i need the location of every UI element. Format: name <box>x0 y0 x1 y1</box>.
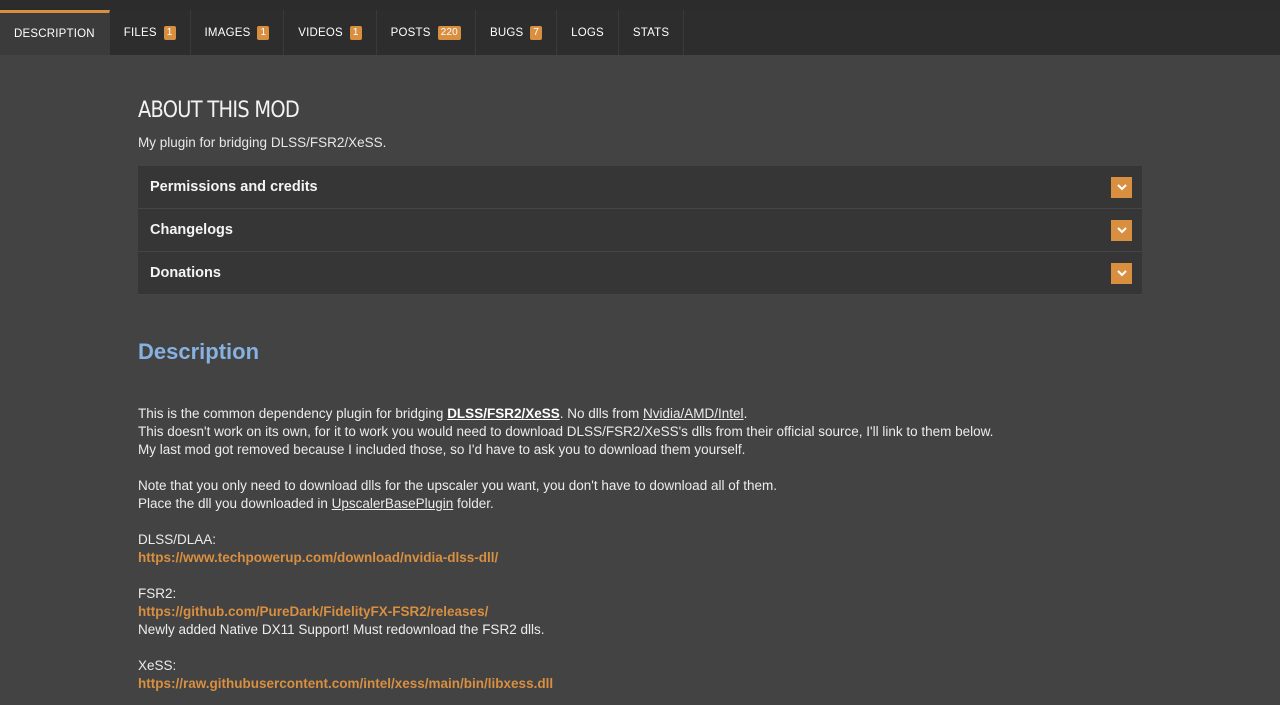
tab-posts[interactable]: POSTS 220 <box>377 10 476 55</box>
tab-label: IMAGES <box>204 26 251 39</box>
paragraph: Note that you only need to download dlls… <box>138 478 777 493</box>
tab-label: LOGS <box>571 26 604 39</box>
description-body: This is the common dependency plugin for… <box>138 405 1142 693</box>
nvidia-amd-intel-link[interactable]: Nvidia/AMD/Intel <box>643 406 744 421</box>
count-badge: 7 <box>530 25 543 40</box>
mod-tab-bar: DESCRIPTION FILES 1 IMAGES 1 VIDEOS 1 PO… <box>0 10 1280 55</box>
accordion-permissions[interactable]: Permissions and credits <box>138 166 1142 209</box>
tab-label: VIDEOS <box>298 26 343 39</box>
count-badge: 1 <box>257 25 270 40</box>
chevron-down-icon[interactable] <box>1111 176 1132 198</box>
chevron-down-icon[interactable] <box>1111 219 1132 241</box>
text: . No dlls from <box>559 406 644 421</box>
accordion-label: Permissions and credits <box>150 179 318 195</box>
mod-description-content: ABOUT THIS MOD My plugin for bridging DL… <box>138 95 1142 693</box>
fsr-note: Newly added Native DX11 Support! Must re… <box>138 622 545 637</box>
tab-description[interactable]: DESCRIPTION <box>0 10 110 55</box>
chevron-down-icon[interactable] <box>1111 262 1132 284</box>
text: . <box>743 406 748 421</box>
fsr-label: FSR2: <box>138 586 177 601</box>
accordion-label: Changelogs <box>150 222 233 238</box>
paragraph: My last mod got removed because I includ… <box>138 442 746 457</box>
text: Place the dll you downloaded in <box>138 496 332 511</box>
tab-label: FILES <box>123 26 157 39</box>
about-summary: My plugin for bridging DLSS/FSR2/XeSS. <box>138 135 387 150</box>
tab-stats[interactable]: STATS <box>619 10 685 55</box>
accordion-donations[interactable]: Donations <box>138 252 1142 295</box>
tab-label: POSTS <box>390 26 431 39</box>
text: This is the common dependency plugin for… <box>138 406 448 421</box>
count-badge: 1 <box>349 25 362 40</box>
tab-label: DESCRIPTION <box>14 28 95 40</box>
tab-files[interactable]: FILES 1 <box>110 10 191 55</box>
tab-videos[interactable]: VIDEOS 1 <box>284 10 377 55</box>
info-accordion: Permissions and credits Changelogs Donat… <box>138 166 1142 295</box>
dlss-download-link[interactable]: https://www.techpowerup.com/download/nvi… <box>138 550 498 565</box>
about-title: ABOUT THIS MOD <box>138 98 300 123</box>
paragraph: This is the common dependency plugin for… <box>138 405 1142 423</box>
accordion-label: Donations <box>150 265 221 281</box>
text: folder. <box>453 496 494 511</box>
fsr2-download-link[interactable]: https://github.com/PureDark/FidelityFX-F… <box>138 604 488 619</box>
paragraph: Place the dll you downloaded in Upscaler… <box>138 495 1142 513</box>
dlss-fsr2-xess-link[interactable]: DLSS/FSR2/XeSS <box>447 406 560 421</box>
paragraph: This doesn't work on its own, for it to … <box>138 424 994 439</box>
tab-label: STATS <box>632 26 670 39</box>
xess-download-link[interactable]: https://raw.githubusercontent.com/intel/… <box>138 676 553 691</box>
tab-images[interactable]: IMAGES 1 <box>191 10 285 55</box>
description-heading: Description <box>138 339 260 364</box>
count-badge: 1 <box>163 25 176 40</box>
count-badge: 220 <box>437 25 461 40</box>
dlss-label: DLSS/DLAA: <box>138 532 217 547</box>
xess-label: XeSS: <box>138 658 177 673</box>
upscaler-base-plugin-link[interactable]: UpscalerBasePlugin <box>332 496 454 511</box>
tab-logs[interactable]: LOGS <box>557 10 619 55</box>
tab-bugs[interactable]: BUGS 7 <box>476 10 558 55</box>
tab-label: BUGS <box>489 26 524 39</box>
top-strip <box>0 0 1280 10</box>
accordion-changelogs[interactable]: Changelogs <box>138 209 1142 252</box>
